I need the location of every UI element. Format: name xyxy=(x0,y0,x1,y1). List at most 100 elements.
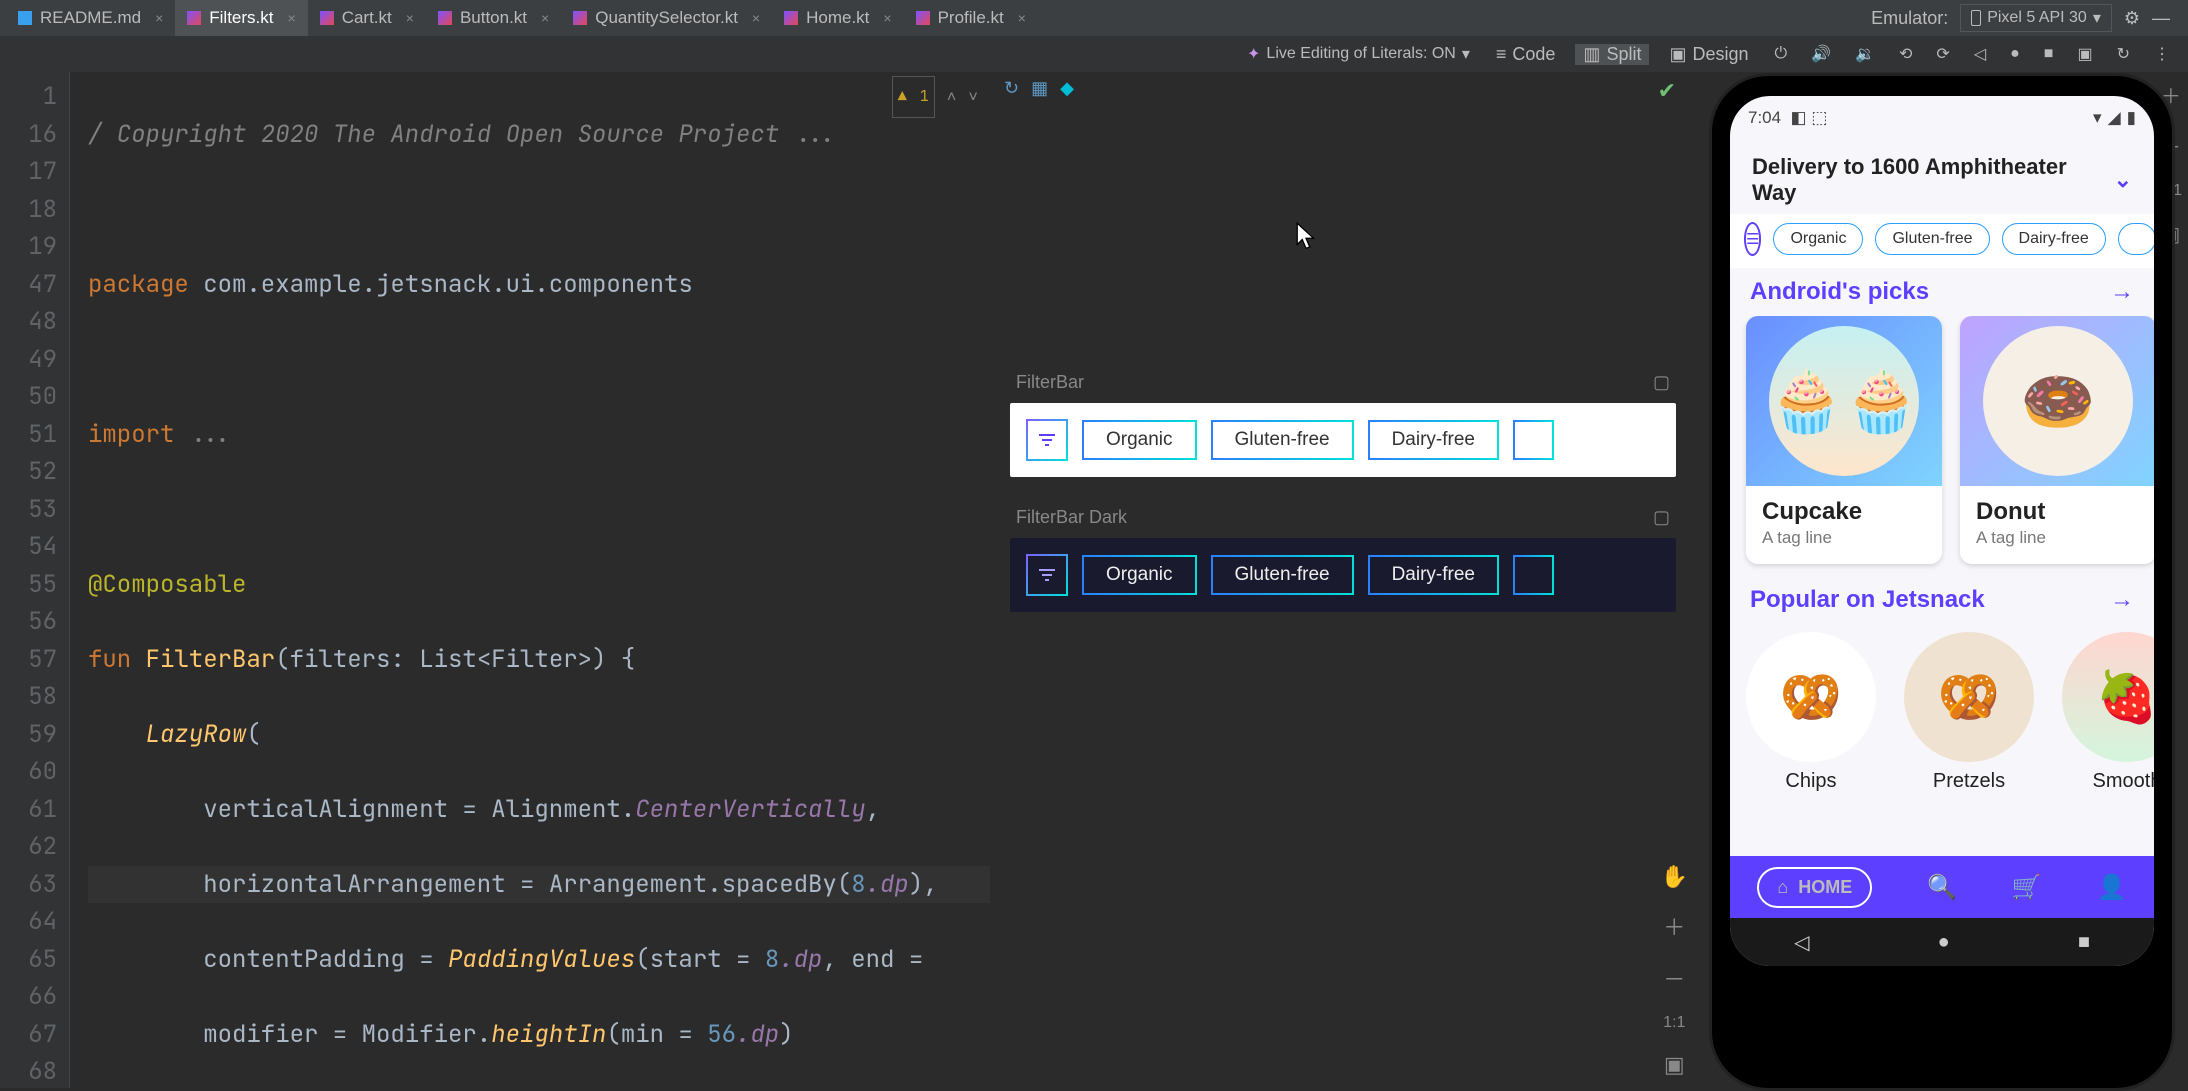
tab-cart[interactable]: Cart.kt× xyxy=(308,0,426,36)
snack-round[interactable]: 🥨Pretzels xyxy=(1904,632,2034,793)
close-icon[interactable]: × xyxy=(288,10,296,26)
live-edit-toggle[interactable]: ✦Live Editing of Literals: ON ▾ xyxy=(1241,44,1476,64)
filter-chip[interactable]: Gluten-free xyxy=(1875,223,1989,255)
home-icon[interactable]: ● xyxy=(2004,45,2026,63)
rotate-right-icon[interactable]: ⟳ xyxy=(1930,44,1955,64)
tab-quantity[interactable]: QuantitySelector.kt× xyxy=(561,0,772,36)
donut-image: 🍩 xyxy=(1983,326,2133,476)
filter-chip[interactable] xyxy=(1513,420,1554,460)
android-nav-bar: ◁ ● ■ xyxy=(1730,918,2154,966)
nav-profile[interactable]: 👤 xyxy=(2097,873,2127,902)
overview-icon[interactable]: ■ xyxy=(2038,45,2060,63)
home-icon[interactable]: ● xyxy=(1938,931,1950,954)
nav-search[interactable]: 🔍 xyxy=(1927,873,1957,902)
view-design-button[interactable]: ▣Design xyxy=(1661,44,1756,65)
filterbar-preview-light: Organic Gluten-free Dairy-free xyxy=(1010,403,1676,477)
snack-card[interactable]: 🍩 DonutA tag line xyxy=(1960,316,2154,564)
close-icon[interactable]: × xyxy=(752,10,760,26)
zoom-ratio[interactable]: 1:1 xyxy=(1663,1014,1685,1032)
deploy-icon[interactable]: ▦ xyxy=(1031,78,1048,99)
device-frame-icon[interactable]: ▢ xyxy=(1653,372,1670,393)
close-icon[interactable]: × xyxy=(406,10,414,26)
tab-profile[interactable]: Profile.kt× xyxy=(904,0,1038,36)
snack-round[interactable]: 🥨Chips xyxy=(1746,632,1876,793)
close-icon[interactable]: × xyxy=(155,10,163,26)
pan-icon[interactable]: ✋ xyxy=(1661,864,1688,890)
power-icon[interactable]: ⏻ xyxy=(1769,45,1794,63)
zoom-in-icon[interactable]: ＋ xyxy=(1663,910,1685,942)
layers-icon[interactable]: ◆ xyxy=(1060,78,1074,99)
chevron-down-icon[interactable]: ˅ xyxy=(968,78,978,116)
fit-icon[interactable]: ▣ xyxy=(1664,1052,1685,1078)
filter-chip[interactable] xyxy=(2118,223,2154,255)
editor-toolbar: ✦Live Editing of Literals: ON ▾ ≡Code ▥S… xyxy=(0,36,2188,72)
back-icon[interactable]: ◁ xyxy=(1794,930,1809,955)
kotlin-icon xyxy=(187,11,201,25)
delivery-address[interactable]: Delivery to 1600 Amphitheater Way xyxy=(1752,154,2114,206)
mouse-cursor-icon xyxy=(1295,222,1317,259)
code-editor[interactable]: / Copyright 2020 The Android Open Source… xyxy=(70,72,990,1088)
battery-icon: ▮ xyxy=(2127,108,2136,128)
close-icon[interactable]: × xyxy=(883,10,891,26)
filter-icon[interactable] xyxy=(1026,419,1068,461)
filter-chip[interactable]: Dairy-free xyxy=(1368,555,1499,595)
home-icon: ⌂ xyxy=(1777,877,1788,898)
smoothie-image: 🍓 xyxy=(2062,632,2154,762)
view-code-button[interactable]: ≡Code xyxy=(1488,44,1564,65)
reload-icon[interactable]: ↻ xyxy=(2111,44,2136,64)
close-icon[interactable]: × xyxy=(1018,10,1026,26)
rotate-left-icon[interactable]: ⟲ xyxy=(1893,44,1918,64)
tab-button[interactable]: Button.kt× xyxy=(426,0,561,36)
close-icon[interactable]: × xyxy=(541,10,549,26)
nav-cart[interactable]: 🛒 xyxy=(2012,873,2042,902)
chevron-down-icon[interactable]: ⌄ xyxy=(2114,167,2132,193)
back-icon[interactable]: ◁ xyxy=(1968,44,1992,64)
tab-home[interactable]: Home.kt× xyxy=(772,0,903,36)
check-icon: ✔ xyxy=(1658,78,1676,103)
volume-down-icon[interactable]: 🔉 xyxy=(1849,44,1881,64)
status-bar: 7:04 ◧ ⬚ ▾◢▮ xyxy=(1730,96,2154,140)
device-selector[interactable]: Pixel 5 API 30▾ xyxy=(1960,4,2112,32)
filter-chip[interactable]: Dairy-free xyxy=(2002,223,2106,255)
line-number-gutter: 1161718194748495051525354555657585960616… xyxy=(0,72,70,1088)
snack-card[interactable]: 🧁🧁 CupcakeA tag line xyxy=(1746,316,1942,564)
filter-chip[interactable]: Organic xyxy=(1082,555,1197,595)
phone-frame: 7:04 ◧ ⬚ ▾◢▮ Delivery to 1600 Amphitheat… xyxy=(1712,76,2172,1088)
settings-icon[interactable]: ⚙ xyxy=(2124,8,2140,29)
kotlin-icon xyxy=(438,11,452,25)
minimize-icon[interactable]: — xyxy=(2152,8,2170,29)
filter-icon[interactable]: ☰ xyxy=(1744,222,1761,256)
wand-icon: ✦ xyxy=(1247,44,1260,64)
overview-icon[interactable]: ■ xyxy=(2078,931,2090,954)
filter-chip[interactable] xyxy=(1513,555,1554,595)
tab-filters[interactable]: Filters.kt× xyxy=(175,0,307,36)
view-split-button[interactable]: ▥Split xyxy=(1575,44,1649,65)
filter-chip[interactable]: Gluten-free xyxy=(1211,555,1354,595)
split-icon: ▥ xyxy=(1583,44,1600,65)
more-icon[interactable]: ⋮ xyxy=(2148,44,2176,64)
editor-tab-bar: README.md× Filters.kt× Cart.kt× Button.k… xyxy=(0,0,2188,36)
chevron-up-icon[interactable]: ˄ xyxy=(947,78,957,116)
phone-screen[interactable]: 7:04 ◧ ⬚ ▾◢▮ Delivery to 1600 Amphitheat… xyxy=(1730,96,2154,966)
snack-round[interactable]: 🍓Smooth xyxy=(2062,632,2154,793)
filter-chip[interactable]: Dairy-free xyxy=(1368,420,1499,460)
screenshot-icon[interactable]: ▣ xyxy=(2071,44,2098,64)
filter-icon[interactable] xyxy=(1026,554,1068,596)
emulator-pane: ＋ － 1:1 ▣ 7:04 ◧ ⬚ ▾◢▮ Delivery to 1600 … xyxy=(1696,72,2188,1088)
device-frame-icon[interactable]: ▢ xyxy=(1653,507,1670,528)
nav-home[interactable]: ⌂HOME xyxy=(1757,867,1872,908)
arrow-right-icon[interactable]: → xyxy=(2110,278,2134,306)
refresh-icon[interactable]: ↻ xyxy=(1004,78,1019,99)
kotlin-icon xyxy=(784,11,798,25)
warning-badge[interactable]: ▲ 1 xyxy=(892,76,935,118)
filter-chip[interactable]: Gluten-free xyxy=(1211,420,1354,460)
tab-readme[interactable]: README.md× xyxy=(6,0,175,36)
filter-chip[interactable]: Organic xyxy=(1082,420,1197,460)
design-icon: ▣ xyxy=(1669,44,1686,65)
volume-up-icon[interactable]: 🔊 xyxy=(1805,44,1837,64)
preview-label: FilterBar Dark xyxy=(1016,507,1127,528)
filter-chip[interactable]: Organic xyxy=(1773,223,1863,255)
code-icon: ≡ xyxy=(1496,44,1507,65)
arrow-right-icon[interactable]: → xyxy=(2110,586,2134,614)
zoom-out-icon[interactable]: － xyxy=(1663,962,1685,994)
